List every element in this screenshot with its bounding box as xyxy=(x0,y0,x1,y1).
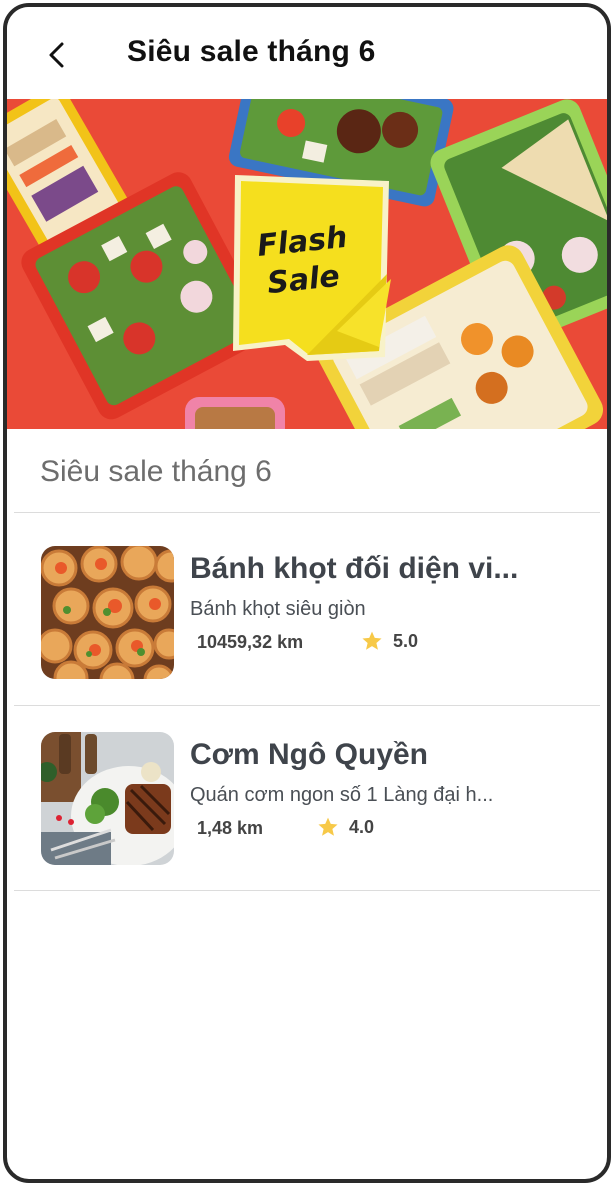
back-button[interactable] xyxy=(37,35,77,75)
banner-illustration: Flash Sale xyxy=(7,99,607,429)
app-header: Siêu sale tháng 6 xyxy=(7,7,607,99)
restaurant-item[interactable]: Bánh khọt đối diện vi... Bánh khọt siêu … xyxy=(41,546,601,682)
item-distance: 10459,32 km xyxy=(197,632,304,652)
rating-value: 4.0 xyxy=(349,816,375,837)
star-icon xyxy=(318,817,338,836)
banh-khot-photo xyxy=(41,546,174,679)
restaurant-item[interactable]: Cơm Ngô Quyền Quán cơm ngon số 1 Làng đạ… xyxy=(41,732,601,868)
item-rating: 4.0 xyxy=(317,816,374,838)
com-steak-photo xyxy=(41,732,174,865)
rating-value: 5.0 xyxy=(393,630,419,651)
section-title: Siêu sale tháng 6 xyxy=(40,455,272,488)
page-title: Siêu sale tháng 6 xyxy=(127,35,376,68)
phone-frame: Siêu sale tháng 6 Flash Sale Siêu sale t… xyxy=(3,3,611,1183)
section-divider xyxy=(14,512,600,513)
item-name: Cơm Ngô Quyền xyxy=(190,738,429,771)
flash-sale-banner[interactable]: Flash Sale xyxy=(7,99,607,429)
item-rating: 5.0 xyxy=(361,630,418,652)
item-divider xyxy=(14,705,600,706)
item-description: Quán cơm ngon số 1 Làng đại h... xyxy=(190,784,494,806)
item-distance: 1,48 km xyxy=(197,818,264,838)
chevron-left-icon xyxy=(49,42,64,68)
star-icon xyxy=(362,631,382,650)
item-divider xyxy=(14,890,600,891)
item-description: Bánh khọt siêu giòn xyxy=(190,598,366,620)
item-name: Bánh khọt đối diện vi... xyxy=(190,552,519,585)
